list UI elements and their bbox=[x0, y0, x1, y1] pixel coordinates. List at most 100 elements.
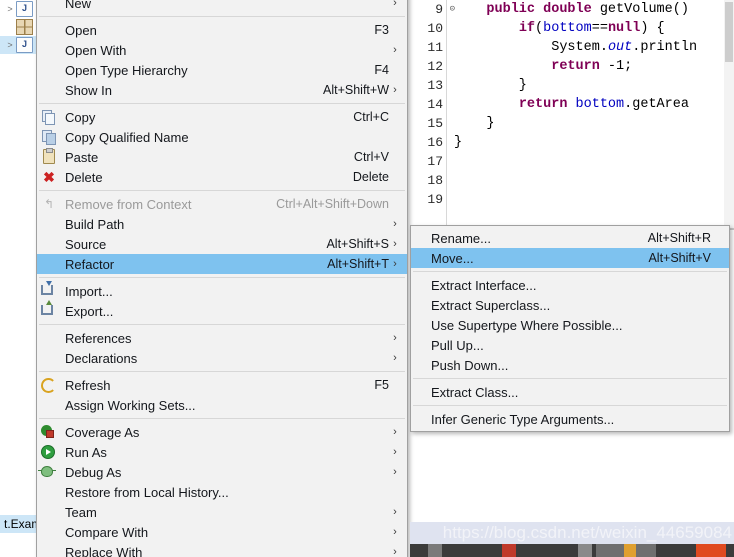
submenu-item-infer-generic-type-arguments[interactable]: Infer Generic Type Arguments... bbox=[411, 409, 729, 429]
submenu-item-push-down[interactable]: Push Down... bbox=[411, 355, 729, 375]
context-menu[interactable]: New › Open F3 Open With › Open Type Hierarchy F… bbox=[36, 0, 408, 557]
menu-item-label: Compare With bbox=[65, 524, 149, 540]
debug-icon bbox=[38, 466, 56, 477]
menu-item-open[interactable]: Open F3 bbox=[37, 20, 407, 40]
menu-item-copy[interactable]: Copy Ctrl+C bbox=[37, 107, 407, 127]
submenu-arrow-icon: › bbox=[393, 0, 397, 9]
submenu-item-extract-interface[interactable]: Extract Interface... bbox=[411, 275, 729, 295]
menu-item-copy-qualified-name[interactable]: Copy Qualified Name bbox=[37, 127, 407, 147]
menu-icon-placeholder bbox=[39, 0, 61, 11]
submenu-item-rename[interactable]: Rename... Alt+Shift+R bbox=[411, 228, 729, 248]
menu-separator bbox=[413, 405, 727, 406]
menu-item-replace-with[interactable]: Replace With › bbox=[37, 542, 407, 557]
menu-item-team[interactable]: Team › bbox=[37, 502, 407, 522]
menu-item-label: Delete bbox=[65, 169, 103, 185]
menu-item-import[interactable]: Import... bbox=[37, 281, 407, 301]
menu-item-coverage-as[interactable]: Coverage As › bbox=[37, 422, 407, 442]
code-token: return bbox=[518, 97, 568, 112]
export-icon bbox=[41, 300, 53, 315]
menu-item-compare-with[interactable]: Compare With › bbox=[37, 522, 407, 542]
menu-item-label: Extract Class... bbox=[431, 384, 519, 400]
code-token: return bbox=[551, 59, 600, 74]
submenu-item-pull-up[interactable]: Pull Up... bbox=[411, 335, 729, 355]
chevron-right-icon[interactable]: > bbox=[4, 4, 16, 14]
taskbar-item[interactable] bbox=[428, 544, 442, 557]
chevron-right-icon[interactable]: > bbox=[4, 40, 16, 50]
taskbar-item[interactable] bbox=[624, 544, 636, 557]
editor-scrollbar[interactable] bbox=[724, 0, 734, 228]
menu-separator bbox=[413, 271, 727, 272]
submenu-arrow-icon: › bbox=[393, 446, 397, 458]
menu-item-label: Open bbox=[65, 22, 97, 38]
package-icon bbox=[16, 19, 33, 35]
menu-item-source[interactable]: Source Alt+Shift+S › bbox=[37, 234, 407, 254]
taskbar-item[interactable] bbox=[696, 544, 726, 557]
menu-icon-placeholder bbox=[39, 397, 61, 413]
menu-icon-placeholder bbox=[39, 22, 61, 38]
menu-item-label: Copy bbox=[65, 109, 96, 125]
paste-icon bbox=[39, 148, 61, 165]
menu-item-label: Remove from Context bbox=[65, 196, 192, 212]
menu-item-shortcut: Alt+Shift+V bbox=[648, 251, 711, 265]
scrollbar-thumb[interactable] bbox=[725, 2, 733, 62]
submenu-item-move[interactable]: Move... Alt+Shift+V bbox=[411, 248, 729, 268]
import-icon bbox=[39, 281, 61, 299]
menu-item-refactor[interactable]: Refactor Alt+Shift+T › bbox=[37, 254, 407, 274]
menu-item-label: Team bbox=[65, 504, 97, 520]
code-token: out bbox=[607, 40, 633, 55]
menu-item-paste[interactable]: Paste Ctrl+V bbox=[37, 147, 407, 167]
refactor-submenu[interactable]: Rename... Alt+Shift+R Move... Alt+Shift+V Ex… bbox=[410, 225, 730, 432]
taskbar[interactable] bbox=[410, 544, 734, 557]
menu-item-restore-from-local-history[interactable]: Restore from Local History... bbox=[37, 482, 407, 502]
menu-item-run-as[interactable]: Run As › bbox=[37, 442, 407, 462]
menu-icon-placeholder bbox=[413, 384, 427, 400]
menu-item-declarations[interactable]: Declarations › bbox=[37, 348, 407, 368]
menu-item-label: Push Down... bbox=[431, 357, 509, 373]
menu-item-label: Coverage As bbox=[65, 424, 140, 440]
menu-icon-placeholder bbox=[39, 236, 61, 252]
submenu-arrow-icon: › bbox=[393, 238, 397, 250]
submenu-item-extract-class[interactable]: Extract Class... bbox=[411, 382, 729, 402]
menu-item-shortcut: Alt+Shift+T bbox=[327, 257, 389, 271]
submenu-item-use-supertype-where-possible[interactable]: Use Supertype Where Possible... bbox=[411, 315, 729, 335]
menu-item-remove-from-context[interactable]: ↰ Remove from Context Ctrl+Alt+Shift+Down bbox=[37, 194, 407, 214]
coverage-icon bbox=[41, 425, 54, 438]
copy-qualified-icon bbox=[39, 129, 61, 145]
menu-item-references[interactable]: References › bbox=[37, 328, 407, 348]
code-area[interactable]: public double getVolume() if(bottom==nul… bbox=[454, 0, 734, 228]
menu-item-label: Import... bbox=[65, 283, 113, 299]
submenu-arrow-icon: › bbox=[393, 332, 397, 344]
menu-item-open-with[interactable]: Open With › bbox=[37, 40, 407, 60]
menu-item-export[interactable]: Export... bbox=[37, 300, 407, 321]
submenu-item-extract-superclass[interactable]: Extract Superclass... bbox=[411, 295, 729, 315]
menu-item-label: Assign Working Sets... bbox=[65, 397, 196, 413]
menu-icon-placeholder bbox=[39, 330, 61, 346]
menu-item-label: Extract Superclass... bbox=[431, 297, 551, 313]
menu-icon-placeholder bbox=[413, 230, 427, 246]
menu-item-shortcut: Alt+Shift+S bbox=[326, 237, 389, 251]
menu-item-new[interactable]: New › bbox=[37, 0, 407, 13]
menu-item-label: Paste bbox=[65, 149, 99, 165]
menu-item-delete[interactable]: ✖ Delete Delete bbox=[37, 167, 407, 187]
menu-item-assign-working-sets[interactable]: Assign Working Sets... bbox=[37, 395, 407, 415]
menu-item-label: Refactor bbox=[65, 256, 115, 272]
menu-item-label: Export... bbox=[65, 303, 114, 319]
menu-item-open-type-hierarchy[interactable]: Open Type Hierarchy F4 bbox=[37, 60, 407, 80]
line-number: 11 bbox=[427, 40, 443, 55]
taskbar-item[interactable] bbox=[502, 544, 516, 557]
java-file-icon: J bbox=[16, 1, 33, 17]
code-token: ( bbox=[535, 21, 544, 36]
menu-icon-placeholder bbox=[413, 317, 427, 333]
run-icon bbox=[39, 444, 61, 460]
menu-item-show-in[interactable]: Show In Alt+Shift+W › bbox=[37, 80, 407, 100]
menu-item-build-path[interactable]: Build Path › bbox=[37, 214, 407, 234]
menu-icon-placeholder bbox=[413, 337, 427, 353]
code-editor[interactable]: 9 ⊝ 10 11 12 13 14 15 16 17 18 19 public double get… bbox=[410, 0, 734, 228]
taskbar-item[interactable] bbox=[578, 544, 592, 557]
menu-item-refresh[interactable]: Refresh F5 bbox=[37, 375, 407, 395]
code-token: ) { bbox=[640, 21, 665, 36]
menu-item-debug-as[interactable]: Debug As › bbox=[37, 462, 407, 482]
